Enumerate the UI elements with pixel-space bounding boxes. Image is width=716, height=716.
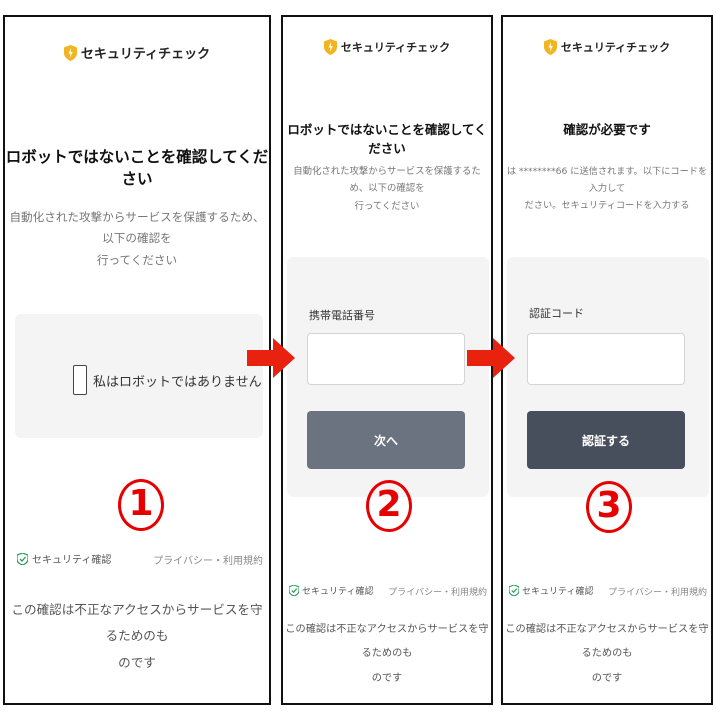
step-number-badge: 3	[586, 481, 632, 533]
footer-note: この確認は不正なアクセスからサービスを守るためのも のです	[285, 618, 489, 691]
privacy-terms-link[interactable]: プライバシー・利用規約	[388, 585, 487, 598]
shield-icon	[543, 39, 557, 55]
footer-note-line-1: この確認は不正なアクセスからサービスを守るためのも	[285, 624, 489, 660]
shield-icon	[63, 44, 77, 61]
panel-step-3: セキュリティチェック 確認が必要です は ********66 に送信されます。…	[501, 15, 713, 705]
check-shield-icon	[289, 585, 299, 596]
description-line-2: ださい。セキュリティコードを入力する	[524, 200, 690, 212]
panel-step-2: セキュリティチェック ロボットではないことを確認してください 自動化された攻撃か…	[281, 15, 493, 705]
app-header: セキュリティチェック	[5, 43, 269, 62]
step-number-badge: 2	[366, 480, 412, 532]
header-title: セキュリティチェック	[340, 41, 451, 54]
robot-checkbox-label[interactable]: 私はロボットではありません	[93, 371, 262, 390]
security-check-label: セキュリティ確認	[302, 587, 374, 597]
verification-code-label: 認証コード	[529, 307, 584, 320]
page-description: は ********66 に送信されます。以下にコードを入力して ださい。セキュ…	[505, 163, 709, 214]
security-check-label: セキュリティ確認	[32, 555, 112, 566]
description-line-1: 自動化された攻撃からサービスを保護するため、以下の確認を	[293, 166, 481, 195]
footer-note-line-2: のです	[591, 672, 623, 684]
page-title: ロボットではないことを確認してください	[287, 122, 487, 156]
footer-note: この確認は不正なアクセスからサービスを守るためのも のです	[9, 597, 265, 676]
description-line-2: 行ってください	[354, 200, 420, 212]
arrow-right-icon	[247, 338, 295, 378]
phone-number-input[interactable]	[307, 333, 465, 385]
page-title: 確認が必要です	[563, 122, 651, 137]
privacy-terms-link[interactable]: プライバシー・利用規約	[608, 585, 707, 598]
header-title: セキュリティチェック	[80, 47, 211, 62]
captcha-card: 私はロボットではありません	[15, 314, 263, 438]
step-number: 1	[118, 479, 164, 531]
panel-step-1: セキュリティチェック ロボットではないことを確認してください 自動化された攻撃か…	[3, 15, 271, 705]
page-description: 自動化された攻撃からサービスを保護するため、以下の確認を 行ってください	[9, 207, 265, 271]
security-check-label: セキュリティ確認	[522, 587, 594, 597]
step-number: 2	[366, 480, 412, 532]
footer-note: この確認は不正なアクセスからサービスを守るためのも のです	[505, 618, 709, 691]
app-header: セキュリティチェック	[503, 39, 711, 55]
robot-checkbox[interactable]	[73, 365, 87, 395]
check-shield-icon	[509, 585, 519, 596]
check-shield-icon	[17, 552, 28, 565]
next-button[interactable]: 次へ	[307, 411, 465, 469]
step-number-badge: 1	[118, 479, 164, 531]
app-header: セキュリティチェック	[283, 39, 491, 55]
verify-button[interactable]: 認証する	[527, 411, 685, 469]
page-description: 自動化された攻撃からサービスを保護するため、以下の確認を 行ってください	[285, 163, 489, 215]
verification-form-card: 認証コード 認証する	[507, 257, 709, 497]
footer-note-line-1: この確認は不正なアクセスからサービスを守るためのも	[505, 624, 709, 660]
footer-note-line-1: この確認は不正なアクセスからサービスを守るためのも	[11, 602, 263, 644]
step-number: 3	[586, 481, 632, 533]
privacy-terms-link[interactable]: プライバシー・利用規約	[153, 552, 263, 567]
description-line-1: は ********66 に送信されます。以下にコードを入力して	[506, 166, 708, 195]
phone-form-card: 携帯電話番号 次へ	[287, 257, 489, 497]
footer-note-line-2: のです	[371, 672, 403, 684]
page-title: ロボットではないことを確認してください	[5, 148, 269, 188]
header-title: セキュリティチェック	[560, 41, 671, 54]
shield-icon	[323, 39, 337, 55]
description-line-2: 行ってください	[96, 252, 178, 267]
phone-number-label: 携帯電話番号	[309, 309, 375, 322]
security-check-badge: セキュリティ確認	[289, 584, 373, 597]
security-check-badge: セキュリティ確認	[17, 551, 111, 566]
verification-code-input[interactable]	[527, 333, 685, 385]
security-check-badge: セキュリティ確認	[509, 584, 593, 597]
footer-note-line-2: のです	[118, 654, 156, 670]
arrow-right-icon	[467, 338, 515, 378]
description-line-1: 自動化された攻撃からサービスを保護するため、以下の確認を	[9, 210, 265, 246]
